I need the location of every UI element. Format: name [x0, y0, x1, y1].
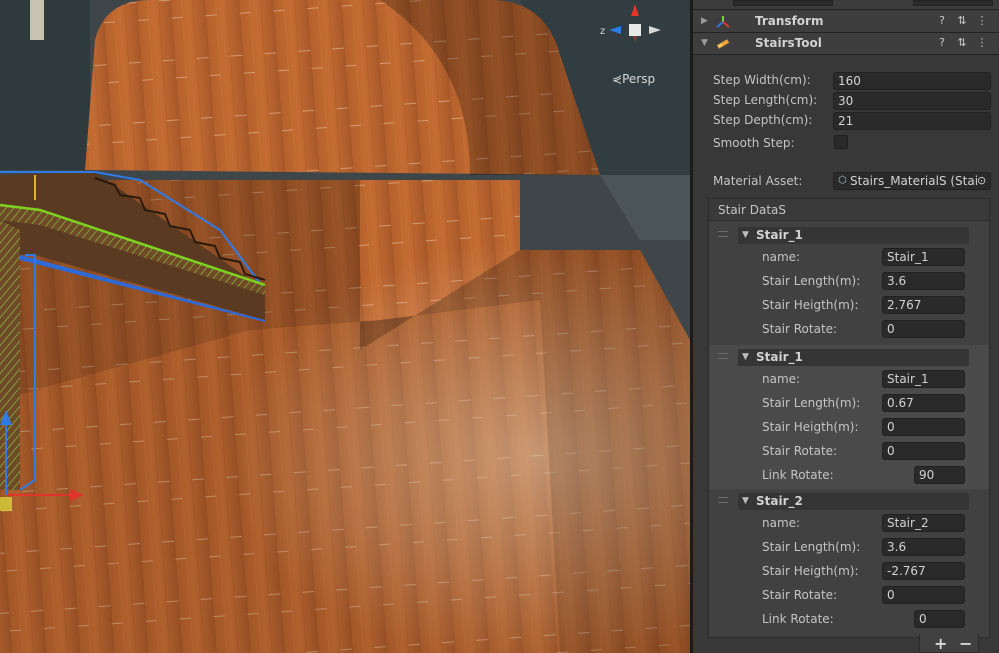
kebab-menu-icon[interactable]: ⋮	[975, 36, 989, 50]
stair-length-label: Stair Length(m):	[762, 540, 861, 554]
name-field[interactable]: Stair_2	[882, 514, 965, 532]
name-label: name:	[762, 516, 801, 530]
stair-rotate-label: Stair Rotate:	[762, 588, 838, 602]
script-icon	[716, 39, 730, 49]
name-field[interactable]: Stair_1	[882, 248, 965, 266]
element-title: Stair_2	[756, 494, 803, 508]
kebab-menu-icon[interactable]: ⋮	[975, 14, 989, 28]
name-label: name:	[762, 372, 801, 386]
material-asset-field[interactable]: Stairs_MaterialS (Stair	[833, 172, 991, 190]
stair-height-field[interactable]: 2.767	[882, 296, 965, 314]
step-length-field[interactable]: 30	[833, 92, 991, 110]
stair-length-label: Stair Length(m):	[762, 396, 861, 410]
inspector-panel: ▶ Transform ? ⇅ ⋮ ▼ StairsTool ? ⇅ ⋮ Ste…	[693, 0, 999, 653]
projection-toggle[interactable]: ⋞Persp	[612, 72, 655, 86]
component-title: StairsTool	[755, 36, 822, 50]
element-header-0[interactable]: ▼ Stair_1	[738, 227, 969, 244]
material-asset-label: Material Asset:	[713, 174, 803, 188]
material-value: Stairs_MaterialS (Stair	[850, 174, 984, 188]
fold-arrow-icon[interactable]: ▼	[742, 230, 749, 240]
back-wall	[0, 0, 90, 170]
step-depth-field[interactable]: 21	[833, 112, 991, 130]
add-element-button[interactable]: +	[934, 636, 947, 652]
stair-rotate-label: Stair Rotate:	[762, 322, 838, 336]
projection-label: Persp	[622, 72, 656, 86]
stair-datas-header[interactable]: Stair DataS	[709, 199, 989, 221]
stair-height-label: Stair Heigth(m):	[762, 298, 859, 312]
drag-handle-icon[interactable]	[718, 353, 728, 359]
perspective-icon: ⋞	[612, 72, 623, 86]
transform-component-header[interactable]: ▶ Transform ? ⇅ ⋮	[693, 11, 999, 33]
component-title: Transform	[755, 14, 824, 28]
object-picker-icon[interactable]: ⊙	[977, 174, 987, 187]
stair-rotate-field[interactable]: 0	[882, 320, 965, 338]
link-rotate-label: Link Rotate:	[762, 612, 834, 626]
inspector-top-strip	[693, 0, 999, 10]
name-field[interactable]: Stair_1	[882, 370, 965, 388]
stair-height-label: Stair Heigth(m):	[762, 420, 859, 434]
remove-element-button[interactable]: −	[959, 636, 972, 652]
orientation-gizmo-icon[interactable]: z	[595, 2, 675, 72]
link-rotate-label: Link Rotate:	[762, 468, 834, 482]
stairstool-component-header[interactable]: ▼ StairsTool ? ⇅ ⋮	[693, 33, 999, 55]
stair-rotate-field[interactable]: 0	[882, 586, 965, 604]
scene-view[interactable]: z ⋞Persp	[0, 0, 690, 653]
stair-length-field[interactable]: 3.6	[882, 538, 965, 556]
settings-icon[interactable]: ⇅	[955, 14, 969, 28]
stair-rotate-field[interactable]: 0	[882, 442, 965, 460]
stair-height-label: Stair Heigth(m):	[762, 564, 859, 578]
element-header-1[interactable]: ▼ Stair_1	[738, 349, 969, 366]
step-width-label: Step Width(cm):	[713, 73, 811, 87]
gizmo-z-label: z	[600, 26, 605, 37]
help-icon[interactable]: ?	[935, 14, 949, 28]
smooth-step-checkbox[interactable]	[834, 135, 848, 149]
stair-length-field[interactable]: 0.67	[882, 394, 965, 412]
drag-handle-icon[interactable]	[718, 497, 728, 503]
stair-length-field[interactable]: 3.6	[882, 272, 965, 290]
stair-length-label: Stair Length(m):	[762, 274, 861, 288]
drag-handle-icon[interactable]	[718, 231, 728, 237]
element-title: Stair_1	[756, 228, 803, 242]
fold-arrow-icon[interactable]: ▶	[701, 16, 708, 26]
stair-rotate-label: Stair Rotate:	[762, 444, 838, 458]
help-icon[interactable]: ?	[935, 36, 949, 50]
settings-icon[interactable]: ⇅	[955, 36, 969, 50]
fold-arrow-icon[interactable]: ▼	[701, 38, 708, 48]
fold-arrow-icon[interactable]: ▼	[742, 352, 749, 362]
link-rotate-field[interactable]: 90	[914, 466, 965, 484]
stair-height-field[interactable]: -2.767	[882, 562, 965, 580]
step-length-label: Step Length(cm):	[713, 93, 818, 107]
fold-arrow-icon[interactable]: ▼	[742, 496, 749, 506]
stair-datas-title: Stair DataS	[718, 203, 787, 217]
smooth-step-label: Smooth Step:	[713, 136, 795, 150]
element-header-2[interactable]: ▼ Stair_2	[738, 493, 969, 510]
element-title: Stair_1	[756, 350, 803, 364]
link-rotate-field[interactable]: 0	[914, 610, 965, 628]
step-width-field[interactable]: 160	[833, 72, 991, 90]
step-depth-label: Step Depth(cm):	[713, 113, 813, 127]
transform-icon	[716, 16, 730, 28]
scene-canvas[interactable]	[0, 0, 690, 653]
name-label: name:	[762, 250, 801, 264]
material-icon: ⬡	[838, 175, 847, 186]
stair-height-field[interactable]: 0	[882, 418, 965, 436]
